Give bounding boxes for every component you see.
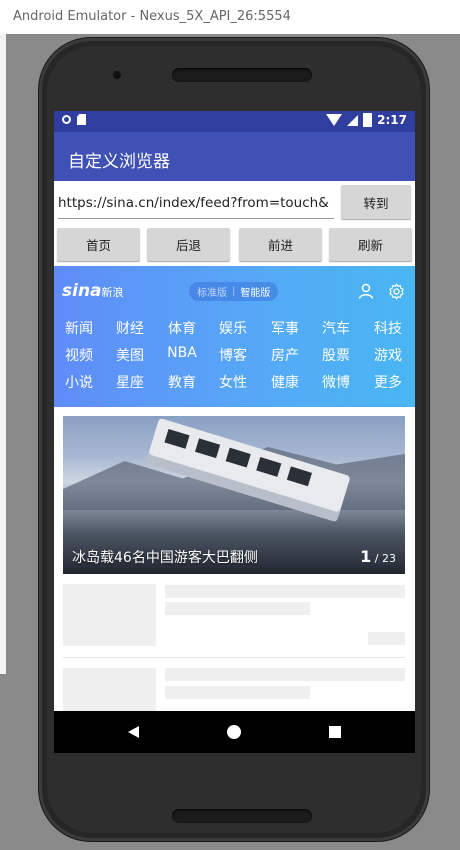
back-icon[interactable] (128, 726, 139, 738)
placeholder-thumb (63, 668, 156, 711)
recent-apps-icon[interactable] (329, 726, 341, 738)
headline-caption: 冰岛载46名中国游客大巴翻侧 (72, 550, 258, 566)
app-title: 自定义浏览器 (68, 152, 170, 172)
channel-link[interactable]: 教育 (160, 372, 204, 392)
channel-link[interactable]: 新闻 (57, 318, 101, 338)
list-divider (63, 657, 405, 658)
placeholder-meta (368, 632, 405, 645)
channel-link[interactable]: 星座 (108, 372, 152, 392)
notification-icon (62, 115, 71, 124)
channel-link[interactable]: 视频 (57, 345, 101, 365)
front-camera (113, 71, 121, 79)
user-icon[interactable] (358, 283, 374, 299)
channel-link[interactable]: 科技 (366, 318, 410, 338)
channel-link[interactable]: 股票 (314, 345, 358, 365)
channel-link[interactable]: 微博 (314, 372, 358, 392)
sina-logo-text: sina (62, 281, 102, 301)
mode-smart[interactable]: 智能版 (240, 284, 270, 299)
channel-link[interactable]: NBA (160, 345, 204, 361)
headline-slide[interactable]: 冰岛载46名中国游客大巴翻侧 1 / 23 (63, 416, 405, 574)
channel-link[interactable]: 游戏 (366, 345, 410, 365)
channel-link[interactable]: 娱乐 (211, 318, 255, 338)
wifi-icon (326, 114, 343, 126)
placeholder-line (165, 668, 405, 681)
placeholder-line (165, 686, 310, 699)
placeholder-thumb (63, 584, 156, 646)
sd-card-icon (77, 114, 86, 125)
back-button[interactable]: 后退 (147, 228, 230, 261)
placeholder-line (165, 602, 310, 615)
channel-link[interactable]: 更多 (366, 372, 410, 392)
status-time: 2:17 (377, 113, 407, 127)
slide-total: / 23 (374, 552, 396, 565)
device-screen: 2:17 自定义浏览器 转到 首页 后退 前进 刷新 sina新浪 标准版 | … (54, 111, 415, 711)
slide-current: 1 (360, 547, 372, 566)
emulator-title-bar: Android Emulator - Nexus_5X_API_26:5554 (0, 0, 460, 35)
battery-icon (363, 113, 373, 127)
channel-link[interactable]: 美图 (108, 345, 152, 365)
channel-link[interactable]: 女性 (211, 372, 255, 392)
window-title: Android Emulator - Nexus_5X_API_26:5554 (13, 9, 291, 24)
status-bar: 2:17 (54, 111, 415, 132)
home-icon[interactable] (227, 725, 241, 739)
refresh-button[interactable]: 刷新 (329, 228, 412, 261)
placeholder-line (165, 585, 405, 598)
mode-standard[interactable]: 标准版 (197, 284, 227, 299)
bottom-speaker (172, 809, 312, 823)
mode-switch: 标准版 | 智能版 (189, 282, 279, 301)
mode-divider: | (232, 286, 236, 297)
url-input[interactable] (58, 188, 334, 219)
forward-button[interactable]: 前进 (239, 228, 322, 261)
top-speaker (172, 68, 312, 82)
home-button[interactable]: 首页 (57, 228, 140, 261)
signal-icon (347, 114, 359, 126)
channel-link[interactable]: 财经 (108, 318, 152, 338)
sina-logo-sub: 新浪 (101, 286, 124, 299)
go-button[interactable]: 转到 (341, 185, 411, 219)
channel-link[interactable]: 健康 (263, 372, 307, 392)
channel-link[interactable]: 体育 (160, 318, 204, 338)
channel-link[interactable]: 小说 (57, 372, 101, 392)
slide-counter: 1 / 23 (360, 547, 396, 566)
system-nav-bar (54, 711, 415, 753)
gear-icon[interactable] (388, 283, 405, 300)
channel-link[interactable]: 汽车 (314, 318, 358, 338)
sina-logo[interactable]: sina新浪 (62, 281, 124, 301)
sina-header: sina新浪 标准版 | 智能版 新闻 财经 体育 娱乐 军事 汽车 科技 视频… (54, 266, 415, 407)
channel-link[interactable]: 房产 (263, 345, 307, 365)
background-window-strip (0, 34, 6, 674)
app-bar: 自定义浏览器 (54, 132, 415, 181)
channel-link[interactable]: 博客 (211, 345, 255, 365)
channel-link[interactable]: 军事 (263, 318, 307, 338)
